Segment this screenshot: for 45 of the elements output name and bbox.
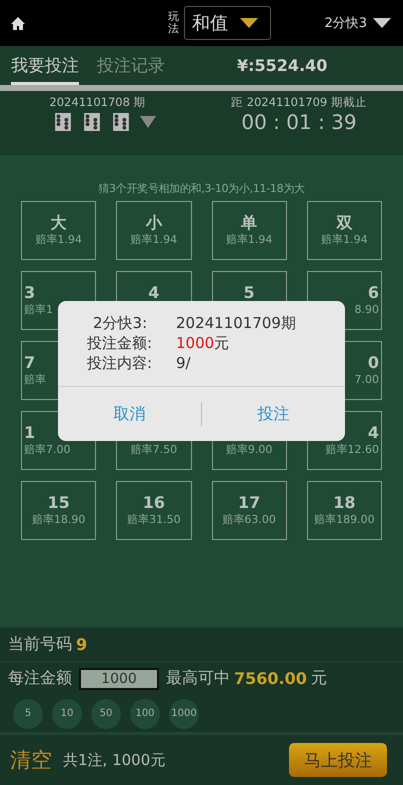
dice-icon: [84, 113, 100, 131]
bet-option[interactable]: 双 赔率1.94: [306, 201, 382, 260]
bet-option[interactable]: 18 赔率189.00: [306, 481, 382, 540]
amount-chip[interactable]: 5: [13, 698, 43, 728]
dice-icon: [112, 113, 128, 131]
bet-option[interactable]: 小 赔率1.94: [116, 201, 192, 260]
stake-field[interactable]: 1000: [79, 668, 159, 690]
bet-option[interactable]: 17 赔率63.00: [212, 481, 287, 540]
bet-option[interactable]: 16 赔率31.50: [116, 481, 192, 540]
max-win-value: 7560.00: [234, 669, 307, 688]
stake-label: 每注金额: [8, 668, 72, 689]
clear-button[interactable]: 清空: [10, 746, 52, 774]
mode-label: 玩法: [168, 11, 180, 35]
caret-icon: [373, 18, 391, 28]
content-value: 9/: [176, 353, 191, 373]
amount-chip[interactable]: 1000: [169, 698, 199, 728]
tab[interactable]: 投注记录: [97, 46, 165, 85]
amount-chip[interactable]: 10: [52, 698, 82, 728]
countdown: 00 : 01 : 39: [241, 110, 357, 134]
rule-hint: 猜3个开奖号相加的和,3-10为小,11-18为大: [97, 181, 306, 196]
game-dropdown[interactable]: 2分快3: [324, 14, 391, 32]
current-number: 9: [76, 635, 88, 654]
bet-summary: 共1注, 1000元: [63, 750, 166, 770]
amount-label: 投注金额:: [87, 333, 154, 353]
max-win-label: 最高可中: [166, 668, 230, 689]
caret-icon: [240, 18, 258, 28]
home-icon[interactable]: [11, 16, 25, 30]
content-label: 投注内容:: [87, 353, 154, 373]
submit-button[interactable]: 马上投注: [289, 743, 387, 777]
unit-label: 元: [310, 668, 327, 689]
amount-value: 1000: [176, 333, 214, 353]
dice-icon: [54, 113, 70, 131]
bet-option[interactable]: 15 赔率18.90: [21, 481, 96, 540]
amount-chip[interactable]: 100: [130, 698, 160, 728]
bet-option[interactable]: 单 赔率1.94: [212, 201, 287, 260]
bet-option[interactable]: 大 赔率1.94: [21, 201, 96, 260]
caret-icon[interactable]: [140, 116, 156, 128]
amount-chip[interactable]: 50: [91, 698, 121, 728]
balance: ¥:5524.40: [237, 56, 328, 75]
confirm-button[interactable]: 投注: [201, 402, 345, 426]
current-label: 当前号码: [8, 634, 72, 655]
deadline-label: 距 20241101709 期截止: [231, 95, 367, 110]
unit-label: 元: [214, 333, 230, 353]
mode-dropdown[interactable]: 和值: [184, 6, 271, 40]
draw-issue: 20241101708 期: [49, 95, 146, 110]
